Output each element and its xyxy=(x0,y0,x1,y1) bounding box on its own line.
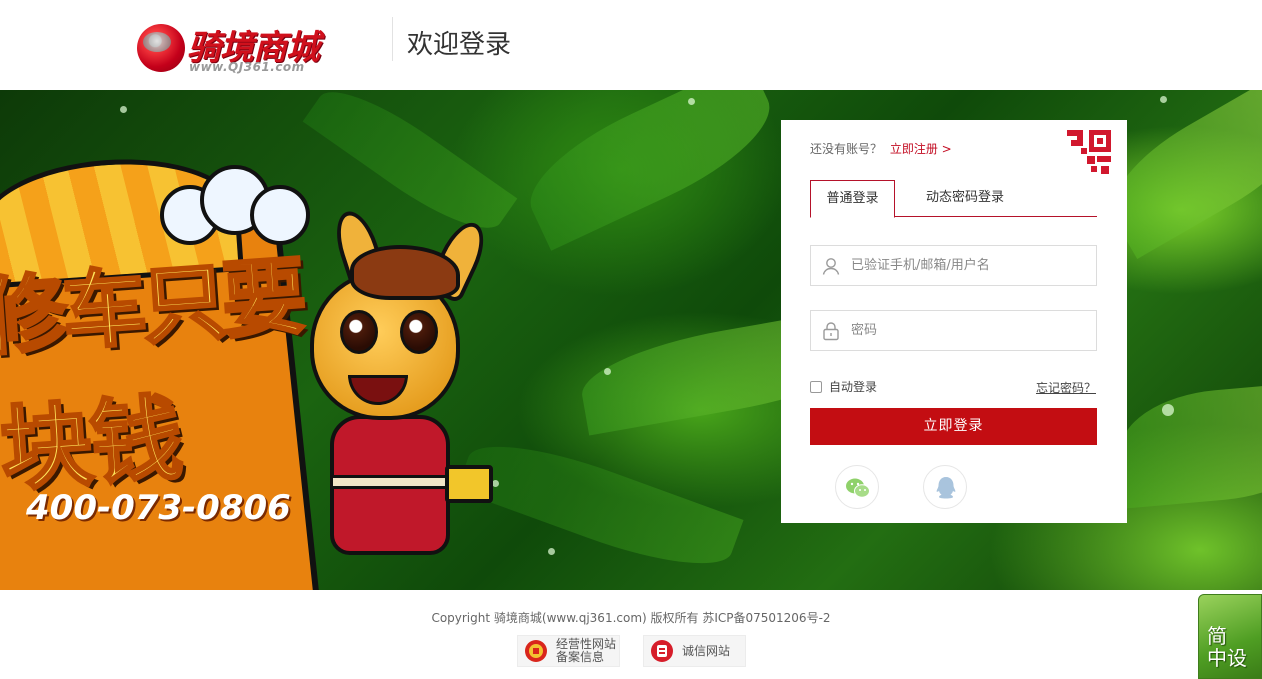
auto-login-label: 自动登录 xyxy=(829,380,878,394)
site-logo[interactable]: 骑境商城 www.QJ361.com xyxy=(137,20,352,76)
tab-normal-login[interactable]: 普通登录 xyxy=(810,180,895,218)
trust-seal-icon xyxy=(651,640,673,662)
promo-banner: 修车只要 块钱 400-073-0806 还没有账号？ 立即注册 > 普通登录 … xyxy=(0,90,1262,590)
water-drop xyxy=(1162,404,1174,416)
qq-login-button[interactable] xyxy=(923,465,967,509)
login-button[interactable]: 立即登录 xyxy=(810,408,1097,445)
widget-line2: 中设 xyxy=(1207,646,1247,670)
badge2-label: 诚信网站 xyxy=(682,643,731,658)
cloud-decoration xyxy=(160,165,310,250)
trusted-site-badge[interactable]: 诚信网站 xyxy=(643,635,746,667)
logo-ball-icon xyxy=(137,24,185,72)
qrcode-icon[interactable] xyxy=(1067,130,1117,180)
no-account-text: 还没有账号？ xyxy=(810,142,883,156)
water-drop xyxy=(120,106,127,113)
user-icon xyxy=(822,258,840,275)
username-input[interactable] xyxy=(851,246,1091,285)
water-drop xyxy=(688,98,695,105)
leaf-decoration xyxy=(513,90,787,251)
username-field xyxy=(810,245,1097,286)
login-panel: 还没有账号？ 立即注册 > 普通登录 动态密码登录 已验证手机/邮箱/用户名 自… xyxy=(781,120,1127,523)
water-drop xyxy=(1160,96,1167,103)
water-drop xyxy=(548,548,555,555)
water-drop xyxy=(604,368,611,375)
toolbox-icon xyxy=(445,465,493,503)
promo-phone: 400-073-0806 xyxy=(26,488,291,528)
copyright-text: Copyright 骑境商城(www.qj361.com) 版权所有 苏ICP备… xyxy=(431,611,831,625)
tab-dynamic-password-login[interactable]: 动态密码登录 xyxy=(910,180,1020,217)
register-prompt: 还没有账号？ 立即注册 > xyxy=(810,140,952,157)
forgot-password-link[interactable]: 忘记密码？ xyxy=(1036,379,1096,396)
auto-login-option[interactable]: 自动登录 xyxy=(810,378,877,395)
leaf-decoration xyxy=(1115,381,1262,509)
language-widget[interactable]: 简 中设 xyxy=(1198,594,1262,679)
widget-line1: 简 xyxy=(1207,624,1227,648)
badge1-line2: 备案信息 xyxy=(556,650,605,664)
page-title: 欢迎登录 xyxy=(407,30,512,60)
login-tabs: 普通登录 动态密码登录 xyxy=(810,180,1097,218)
horse-mascot xyxy=(300,200,500,575)
qq-icon xyxy=(936,477,956,499)
icp-record-badge[interactable]: 经营性网站 备案信息 xyxy=(517,635,620,667)
logo-url: www.QJ361.com xyxy=(189,60,305,74)
promo-headline: 修车只要 xyxy=(0,245,307,368)
wechat-icon xyxy=(846,478,870,498)
police-shield-icon xyxy=(525,640,547,662)
register-link[interactable]: 立即注册 > xyxy=(890,142,952,156)
password-field xyxy=(810,310,1097,351)
auto-login-checkbox[interactable] xyxy=(810,380,822,393)
site-header: 骑境商城 www.QJ361.com 欢迎登录 xyxy=(0,0,1262,90)
lock-icon xyxy=(823,322,839,341)
password-input[interactable] xyxy=(851,311,1091,350)
wechat-login-button[interactable] xyxy=(835,465,879,509)
header-divider xyxy=(392,17,393,61)
